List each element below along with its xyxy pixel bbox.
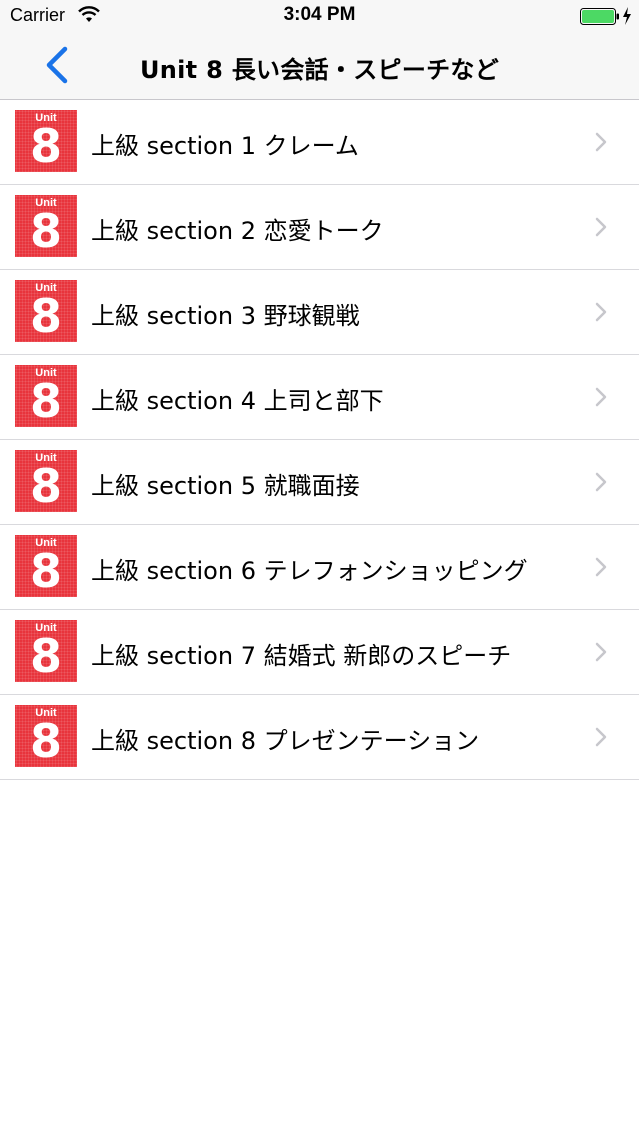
section-row-3[interactable]: Unit 8 上級 section 3 野球観戦 (0, 270, 639, 355)
badge-number: 8 (29, 629, 62, 683)
unit-badge-icon: Unit 8 (15, 620, 77, 682)
badge-number: 8 (29, 544, 62, 598)
unit-badge-icon: Unit 8 (15, 110, 77, 172)
chevron-right-icon (595, 132, 607, 152)
page-title: Unit 8 長い会話・スピーチなど (139, 56, 500, 84)
chevron-right-icon (595, 727, 607, 747)
section-label: 上級 section 5 就職面接 (91, 472, 360, 500)
unit-badge-icon: Unit 8 (15, 535, 77, 597)
unit-badge-icon: Unit 8 (15, 280, 77, 342)
section-list: Unit 8 上級 section 1 クレーム Unit 8 上級 secti… (0, 100, 639, 780)
chevron-right-icon (595, 642, 607, 662)
section-row-2[interactable]: Unit 8 上級 section 2 恋愛トーク (0, 185, 639, 270)
badge-number: 8 (29, 374, 62, 428)
section-row-1[interactable]: Unit 8 上級 section 1 クレーム (0, 100, 639, 185)
badge-number: 8 (29, 289, 62, 343)
section-row-4[interactable]: Unit 8 上級 section 4 上司と部下 (0, 355, 639, 440)
chevron-right-icon (595, 557, 607, 577)
section-row-5[interactable]: Unit 8 上級 section 5 就職面接 (0, 440, 639, 525)
section-label: 上級 section 7 結婚式 新郎のスピーチ (91, 642, 512, 670)
chevron-right-icon (595, 387, 607, 407)
unit-badge-icon: Unit 8 (15, 450, 77, 512)
status-time: 3:04 PM (283, 4, 356, 25)
chevron-right-icon (595, 302, 607, 322)
badge-number: 8 (29, 459, 62, 513)
status-bar: Carrier 3:04 PM (0, 0, 639, 32)
section-row-7[interactable]: Unit 8 上級 section 7 結婚式 新郎のスピーチ (0, 610, 639, 695)
badge-number: 8 (29, 714, 62, 768)
unit-badge-icon: Unit 8 (15, 195, 77, 257)
section-label: 上級 section 6 テレフォンショッピング (91, 557, 528, 585)
navigation-bar: Unit 8 長い会話・スピーチなど (0, 32, 639, 100)
section-row-8[interactable]: Unit 8 上級 section 8 プレゼンテーション (0, 695, 639, 780)
chevron-right-icon (595, 472, 607, 492)
unit-badge-icon: Unit 8 (15, 705, 77, 767)
badge-number: 8 (29, 204, 62, 258)
section-label: 上級 section 8 プレゼンテーション (91, 727, 480, 755)
section-label: 上級 section 3 野球観戦 (91, 302, 360, 330)
section-label: 上級 section 2 恋愛トーク (91, 217, 384, 245)
badge-number: 8 (29, 119, 62, 173)
battery-icon (580, 8, 619, 25)
section-row-6[interactable]: Unit 8 上級 section 6 テレフォンショッピング (0, 525, 639, 610)
section-label: 上級 section 4 上司と部下 (91, 387, 384, 415)
section-label: 上級 section 1 クレーム (91, 132, 359, 160)
charging-bolt-icon (623, 7, 631, 25)
chevron-right-icon (595, 217, 607, 237)
unit-badge-icon: Unit 8 (15, 365, 77, 427)
